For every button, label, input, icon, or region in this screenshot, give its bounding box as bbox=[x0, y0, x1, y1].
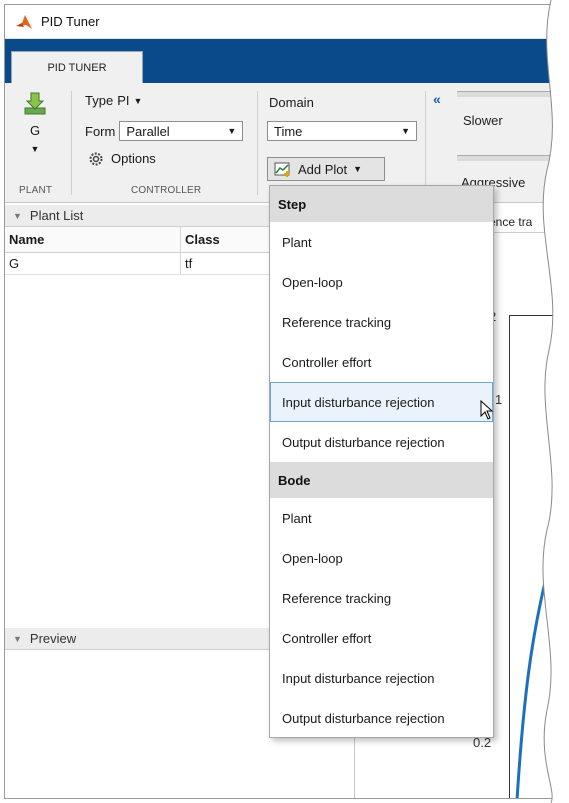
response-time-slider-track[interactable] bbox=[457, 91, 563, 97]
menu-item-bode-output-disturbance-rejection[interactable]: Output disturbance rejection bbox=[270, 698, 493, 738]
preview-title: Preview bbox=[29, 631, 77, 646]
options-button[interactable]: Options bbox=[89, 151, 156, 166]
title-bar: PID Tuner bbox=[5, 5, 563, 39]
chevron-down-icon: ▼ bbox=[13, 210, 22, 221]
chevron-down-icon: ▼ bbox=[353, 164, 363, 174]
add-plot-menu: Step Plant Open-loop Reference tracking … bbox=[269, 185, 494, 738]
import-plant-icon bbox=[24, 92, 46, 115]
transient-behavior-slider-track[interactable] bbox=[457, 155, 563, 161]
menu-item-bode-plant[interactable]: Plant bbox=[270, 498, 493, 538]
plant-button[interactable]: G ▼ bbox=[17, 91, 53, 181]
chevron-down-icon: ▼ bbox=[401, 126, 410, 136]
matlab-logo-icon bbox=[16, 14, 32, 29]
add-plot-label: Add Plot bbox=[298, 161, 348, 177]
add-plot-icon bbox=[274, 162, 290, 177]
menu-item-bode-reference-tracking[interactable]: Reference tracking bbox=[270, 578, 493, 618]
y-tick-label: 1 bbox=[495, 392, 503, 407]
form-select[interactable]: Parallel ▼ bbox=[119, 121, 244, 141]
menu-item-step-open-loop[interactable]: Open-loop bbox=[270, 262, 493, 302]
gear-icon bbox=[89, 152, 103, 165]
menu-item-bode-controller-effort[interactable]: Controller effort bbox=[270, 618, 493, 658]
chevron-down-icon: ▼ bbox=[13, 633, 22, 644]
menu-item-step-plant[interactable]: Plant bbox=[270, 222, 493, 262]
menu-item-step-output-disturbance-rejection[interactable]: Output disturbance rejection bbox=[270, 422, 493, 462]
type-label: Type bbox=[85, 93, 114, 108]
plot-tab-label: ence tra bbox=[489, 215, 533, 229]
domain-select[interactable]: Time ▼ bbox=[267, 121, 417, 141]
form-label: Form bbox=[85, 123, 116, 139]
menu-section-step: Step bbox=[270, 186, 493, 222]
collapse-toolstrip-icon[interactable]: « bbox=[433, 91, 441, 107]
form-control: Form Parallel ▼ bbox=[85, 121, 244, 141]
menu-section-bode: Bode bbox=[270, 462, 493, 498]
step-response-line bbox=[515, 511, 563, 798]
section-label-controller: CONTROLLER bbox=[131, 185, 202, 196]
divider bbox=[257, 91, 258, 195]
type-control[interactable]: Type PI ▼ bbox=[85, 93, 142, 108]
add-plot-button[interactable]: Add Plot ▼ bbox=[267, 157, 385, 181]
window-title: PID Tuner bbox=[41, 14, 100, 29]
chevron-down-icon: ▼ bbox=[30, 144, 40, 154]
tab-strip: PID TUNER bbox=[5, 39, 563, 83]
type-value: PI bbox=[117, 93, 130, 108]
plant-list-title: Plant List bbox=[29, 208, 84, 223]
menu-item-step-input-disturbance-rejection[interactable]: Input disturbance rejection bbox=[270, 382, 493, 422]
divider bbox=[425, 91, 426, 195]
form-value: Parallel bbox=[126, 123, 170, 139]
cell-name: G bbox=[5, 253, 181, 274]
menu-item-bode-open-loop[interactable]: Open-loop bbox=[270, 538, 493, 578]
domain-value: Time bbox=[274, 123, 303, 139]
menu-item-bode-input-disturbance-rejection[interactable]: Input disturbance rejection bbox=[270, 658, 493, 698]
domain-label: Domain bbox=[269, 95, 314, 110]
mouse-pointer-icon bbox=[480, 400, 494, 420]
chevron-down-icon: ▼ bbox=[227, 126, 237, 136]
slider-label-slower: Slower bbox=[463, 113, 503, 128]
chevron-down-icon: ▼ bbox=[133, 95, 143, 106]
divider bbox=[71, 91, 72, 195]
menu-item-step-controller-effort[interactable]: Controller effort bbox=[270, 342, 493, 382]
pid-tuner-window: PID Tuner PID TUNER G ▼ PLANT Type PI ▼ … bbox=[4, 4, 564, 799]
column-header-name[interactable]: Name bbox=[5, 227, 181, 252]
menu-item-step-reference-tracking[interactable]: Reference tracking bbox=[270, 302, 493, 342]
options-label: Options bbox=[111, 151, 156, 166]
section-label-plant: PLANT bbox=[19, 185, 53, 196]
plant-label: G bbox=[29, 123, 41, 138]
tab-pid-tuner[interactable]: PID TUNER bbox=[11, 51, 143, 83]
